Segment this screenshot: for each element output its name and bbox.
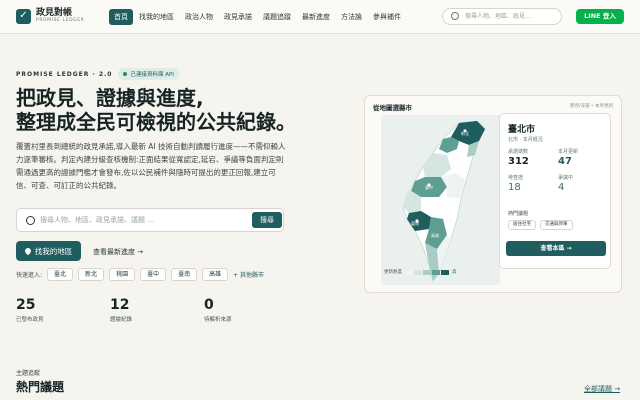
legend-swatch (441, 269, 449, 275)
legend-swatch (414, 269, 422, 275)
stat-value: 0 (204, 297, 214, 313)
check-icon: ✓ (16, 8, 31, 24)
logo[interactable]: ✓ 政見對帳 PROMISE LEDGER (16, 8, 84, 24)
nav-item-find-region[interactable]: 找我的地區 (134, 9, 179, 25)
issue-tag[interactable]: 交通與停車 (540, 220, 573, 230)
hot-issues-label: 熱門議題 (508, 211, 529, 217)
view-region-button[interactable]: 查看本區 → (506, 241, 606, 256)
location-pin-icon (23, 246, 32, 256)
metric-label: 承諾總數 (508, 149, 529, 155)
search-icon (451, 12, 459, 20)
legend-swatch (432, 269, 440, 275)
city-detail-panel: 臺北市 北市 · 本月概況 承諾總數 312 本月更新 47 待查證 18 爭議… (499, 113, 611, 269)
hero-search-button[interactable]: 搜尋 (252, 212, 282, 228)
find-my-region-label: 找我的地區 (34, 246, 73, 256)
map-label-kaohsiung: 高雄 (431, 232, 439, 238)
stat-value: 25 (16, 297, 36, 313)
issue-tag[interactable]: 居住社宅 (508, 220, 536, 230)
hero-stats: 25 已發布政見 12 證據紀錄 0 待解析來源 (16, 297, 298, 323)
city-chip-taoyuan[interactable]: 桃園 (109, 268, 136, 281)
map-legend: 更新熱度 高 (384, 269, 457, 275)
city-chip-tainan[interactable]: 臺南 (171, 268, 198, 281)
metric-updated: 本月更新 47 (558, 148, 608, 174)
stat-evidence: 12 證據紀錄 (110, 297, 204, 323)
metric-value: 47 (558, 156, 572, 167)
section-eyebrow: 主題追蹤 (16, 370, 41, 377)
legend-end-label: 高 (452, 270, 457, 275)
top-search-input[interactable]: 搜尋人物、地區、政見… (442, 8, 562, 25)
nav-item-issues[interactable]: 議題追蹤 (258, 9, 296, 25)
city-chip-taipei[interactable]: 臺北 (47, 268, 74, 281)
line-login-button[interactable]: LINE 登入 (576, 9, 624, 24)
hero-search-input[interactable]: 搜尋人物、地區、政見承諾、議題 … 搜尋 (16, 208, 284, 232)
api-status-text: 已連接資料庫 API (130, 72, 174, 78)
latest-progress-link[interactable]: 查看最新進度 → (93, 247, 143, 257)
nav-item-contribute[interactable]: 參與補件 (368, 9, 406, 25)
map-card-title: 從地圖選縣市 (373, 104, 412, 112)
all-issues-link[interactable]: 全部議題 → (584, 384, 620, 394)
api-status-badge: 已連接資料庫 API (118, 68, 180, 80)
main-menu: 首頁 找我的地區 政治人物 政見承諾 議題追蹤 最新進度 方法論 參與補件 (109, 9, 407, 25)
legend-label: 更新熱度 (384, 270, 402, 275)
detail-city-name: 臺北市 (508, 125, 536, 135)
logo-title: 政見對帳 (36, 8, 73, 18)
status-dot-icon (123, 72, 128, 76)
hero-search-placeholder: 搜尋人物、地區、政見承諾、議題 … (40, 216, 155, 224)
map-card-hint: 懸停/深選 • 本月更新 (569, 104, 613, 109)
metric-value: 18 (508, 182, 521, 193)
stat-label: 已發布政見 (16, 317, 44, 323)
section-title: 熱門議題 (16, 380, 65, 394)
nav-item-promises[interactable]: 政見承諾 (219, 9, 257, 25)
metric-label: 爭議中 (558, 175, 574, 181)
quick-access: 快速進入: 臺北 新北 桃園 臺中 臺南 高雄 + 其他縣市 (16, 268, 264, 281)
stat-pending: 0 待解析來源 (204, 297, 298, 323)
headline-line-1: 把政見、證據與進度, (16, 86, 204, 110)
detail-metrics: 承諾總數 312 本月更新 47 待查證 18 爭議中 4 (508, 148, 608, 200)
city-chip-kaohsiung[interactable]: 高雄 (202, 268, 229, 281)
detail-city-sub: 北市 · 本月概況 (508, 137, 543, 143)
hero-eyebrow: PROMISE LEDGER · 2.0 已連接資料庫 API (16, 68, 180, 80)
hero-headline: 把政見、證據與進度, 整理成全民可檢視的公共紀錄。 (16, 86, 306, 134)
map-marker[interactable] (427, 183, 431, 187)
stat-label: 待解析來源 (204, 317, 232, 323)
hero-intro: 覆蓋村里長到總統的政見承諾,導入最新 AI 技術自動判讀履行進度——不需仰賴人力… (16, 142, 286, 190)
search-icon (26, 216, 35, 225)
eyebrow-text: PROMISE LEDGER · 2.0 (16, 70, 113, 78)
stat-value: 12 (110, 297, 130, 313)
metric-value: 4 (558, 182, 565, 193)
city-chip-taichung[interactable]: 臺中 (140, 268, 167, 281)
stat-label: 證據紀錄 (110, 317, 133, 323)
more-cities-link[interactable]: + 其他縣市 (233, 270, 264, 279)
metric-label: 待查證 (508, 175, 524, 181)
top-nav: ✓ 政見對帳 PROMISE LEDGER 首頁 找我的地區 政治人物 政見承諾… (0, 0, 640, 34)
nav-item-politicians[interactable]: 政治人物 (180, 9, 218, 25)
legend-swatch (423, 269, 431, 275)
map-marker[interactable] (462, 128, 468, 134)
nav-item-methodology[interactable]: 方法論 (336, 9, 367, 25)
taiwan-map-svg: 新北 臺中 臺南 高雄 (402, 120, 486, 282)
city-chip-new-taipei[interactable]: 新北 (78, 268, 105, 281)
map-card: 從地圖選縣市 懸停/深選 • 本月更新 新北 臺中 臺南 高雄 更新熱度 高 臺… (364, 95, 622, 293)
metric-pending: 待查證 18 (508, 174, 558, 200)
quick-access-label: 快速進入: (16, 272, 43, 279)
nav-item-home[interactable]: 首頁 (109, 9, 133, 25)
map-marker[interactable] (415, 219, 419, 223)
legend-swatch (405, 269, 413, 275)
metric-total: 承諾總數 312 (508, 148, 558, 174)
metric-disputed: 爭議中 4 (558, 174, 608, 200)
taiwan-map[interactable]: 新北 臺中 臺南 高雄 (381, 115, 500, 285)
metric-value: 312 (508, 156, 529, 167)
logo-subtitle: PROMISE LEDGER (36, 18, 85, 23)
stat-published: 25 已發布政見 (16, 297, 110, 323)
nav-item-latest[interactable]: 最新進度 (297, 9, 335, 25)
find-my-region-button[interactable]: 找我的地區 (16, 241, 81, 261)
metric-label: 本月更新 (558, 149, 579, 155)
hot-issue-tags: 居住社宅 交通與停車 (508, 220, 577, 230)
headline-line-2: 整理成全民可檢視的公共紀錄。 (16, 110, 296, 134)
